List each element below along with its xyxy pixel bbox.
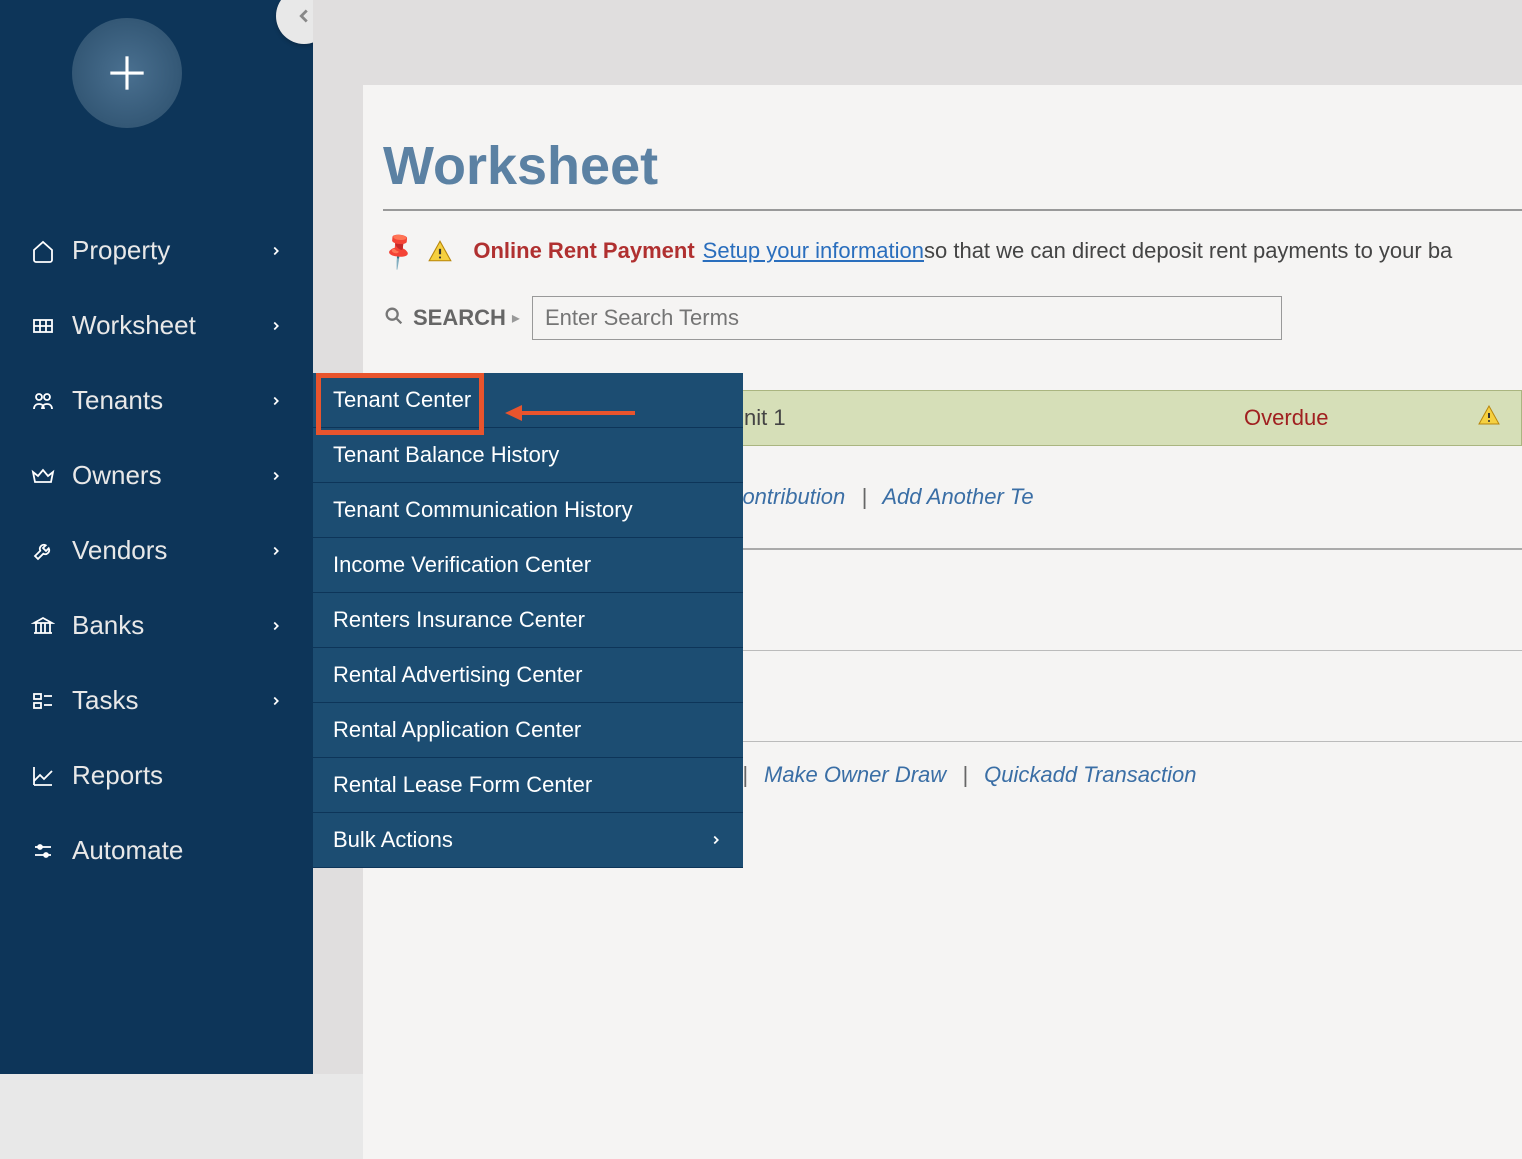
submenu-item-income-verification-center[interactable]: Income Verification Center: [313, 538, 743, 593]
notice-banner: 📌 Online Rent Payment Setup your informa…: [383, 235, 1522, 266]
sidebar-item-label: Tenants: [72, 385, 261, 416]
notice-bold-text: Online Rent Payment: [473, 238, 694, 264]
crown-icon: [30, 463, 56, 489]
submenu-item-bulk-actions[interactable]: Bulk Actions: [313, 813, 743, 868]
sidebar-item-automate[interactable]: Automate: [0, 813, 313, 888]
chevron-right-icon: [269, 544, 283, 558]
submenu-item-rental-advertising-center[interactable]: Rental Advertising Center: [313, 648, 743, 703]
sidebar-item-label: Vendors: [72, 535, 261, 566]
sidebar-item-label: Worksheet: [72, 310, 261, 341]
chevron-right-icon: [709, 833, 723, 847]
submenu-item-rental-application-center[interactable]: Rental Application Center: [313, 703, 743, 758]
warning-icon: [1477, 403, 1501, 433]
sidebar-item-reports[interactable]: Reports: [0, 738, 313, 813]
wrench-icon: [30, 538, 56, 564]
pin-icon: 📌: [377, 228, 422, 273]
overdue-status-text: Overdue: [1106, 405, 1468, 431]
tenants-submenu: Tenant Center Tenant Balance History Ten…: [313, 373, 743, 868]
submenu-item-label: Rental Advertising Center: [333, 662, 723, 688]
submenu-item-label: Tenant Communication History: [333, 497, 723, 523]
search-arrow-icon: ▸: [512, 308, 520, 328]
sidebar-item-label: Tasks: [72, 685, 261, 716]
submenu-item-label: Rental Lease Form Center: [333, 772, 723, 798]
sidebar-item-label: Banks: [72, 610, 261, 641]
sidebar-item-label: Property: [72, 235, 261, 266]
sidebar-item-vendors[interactable]: Vendors: [0, 513, 313, 588]
sidebar-item-owners[interactable]: Owners: [0, 438, 313, 513]
search-icon: [383, 305, 405, 332]
search-label: SEARCH: [413, 305, 506, 331]
chevron-right-icon: [269, 394, 283, 408]
search-input[interactable]: [532, 296, 1282, 340]
sidebar-item-label: Reports: [72, 760, 283, 791]
make-owner-draw-link[interactable]: Make Owner Draw: [764, 762, 946, 787]
tasks-icon: [30, 688, 56, 714]
quickadd-transaction-link[interactable]: Quickadd Transaction: [984, 762, 1196, 787]
plus-icon: [102, 48, 152, 98]
sidebar-item-tenants[interactable]: Tenants: [0, 363, 313, 438]
submenu-item-tenant-balance-history[interactable]: Tenant Balance History: [313, 428, 743, 483]
sidebar-item-banks[interactable]: Banks: [0, 588, 313, 663]
sidebar-item-property[interactable]: Property: [0, 213, 313, 288]
chart-icon: [30, 763, 56, 789]
separator: |: [861, 484, 867, 509]
submenu-item-tenant-communication-history[interactable]: Tenant Communication History: [313, 483, 743, 538]
notice-rest-text: so that we can direct deposit rent payme…: [924, 238, 1452, 264]
sidebar-item-tasks[interactable]: Tasks: [0, 663, 313, 738]
separator: |: [962, 762, 968, 787]
page-title: Worksheet: [383, 135, 1522, 197]
submenu-item-label: Tenant Center: [333, 387, 723, 413]
search-row: SEARCH ▸: [383, 296, 1522, 340]
chevron-right-icon: [269, 469, 283, 483]
submenu-item-tenant-center[interactable]: Tenant Center: [313, 373, 743, 428]
grid-icon: [30, 313, 56, 339]
sidebar-item-worksheet[interactable]: Worksheet: [0, 288, 313, 363]
sliders-icon: [30, 838, 56, 864]
setup-info-link[interactable]: Setup your information: [703, 238, 924, 264]
sidebar-item-label: Automate: [72, 835, 283, 866]
submenu-item-label: Tenant Balance History: [333, 442, 723, 468]
submenu-item-label: Rental Application Center: [333, 717, 723, 743]
add-another-tenant-link[interactable]: Add Another Te: [882, 484, 1033, 509]
submenu-item-rental-lease-form-center[interactable]: Rental Lease Form Center: [313, 758, 743, 813]
home-icon: [30, 238, 56, 264]
add-button[interactable]: [72, 18, 182, 128]
title-divider: [383, 209, 1522, 211]
warning-icon: [427, 238, 453, 264]
chevron-right-icon: [269, 244, 283, 258]
sidebar: Property Worksheet Tenants Owners Vendor…: [0, 0, 313, 1074]
chevron-right-icon: [269, 619, 283, 633]
submenu-item-label: Bulk Actions: [333, 827, 699, 853]
bank-icon: [30, 613, 56, 639]
separator: |: [742, 762, 748, 787]
chevron-right-icon: [269, 694, 283, 708]
chevron-left-icon: [293, 5, 315, 27]
submenu-item-label: Renters Insurance Center: [333, 607, 723, 633]
sidebar-item-label: Owners: [72, 460, 261, 491]
submenu-item-label: Income Verification Center: [333, 552, 723, 578]
chevron-right-icon: [269, 319, 283, 333]
users-icon: [30, 388, 56, 414]
submenu-item-renters-insurance-center[interactable]: Renters Insurance Center: [313, 593, 743, 648]
